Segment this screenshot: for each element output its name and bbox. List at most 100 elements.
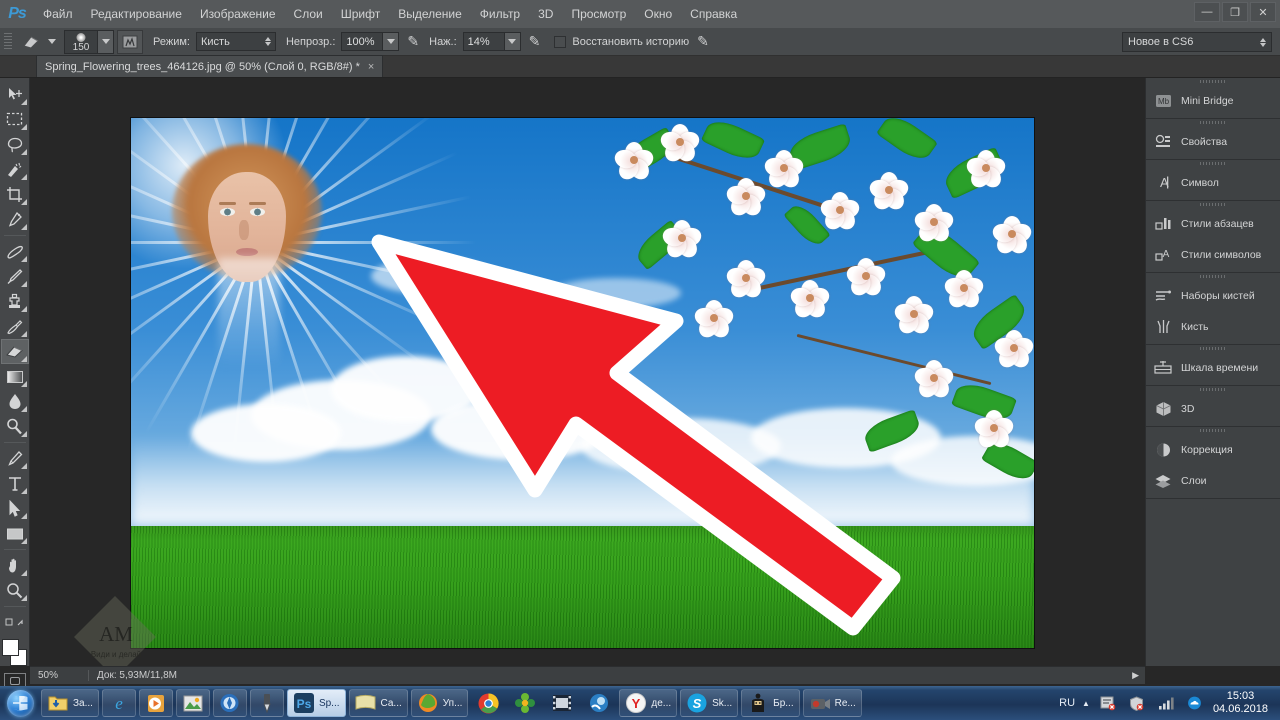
toggle-brush-panel-button[interactable]: [117, 29, 143, 54]
dock-grip[interactable]: [1146, 273, 1280, 280]
panel-properties[interactable]: Свойства: [1146, 126, 1280, 157]
workspace-select[interactable]: Новое в CS6: [1122, 32, 1272, 52]
eyedropper-tool[interactable]: [1, 207, 29, 232]
blur-tool[interactable]: [1, 389, 29, 414]
menu-file[interactable]: Файл: [34, 0, 82, 28]
pen-tool[interactable]: [1, 446, 29, 471]
foreground-color-swatch[interactable]: [1, 639, 19, 656]
taskbar-item-media-center[interactable]: [212, 689, 247, 717]
opacity-pressure-icon[interactable]: ✎: [407, 33, 419, 50]
dock-grip[interactable]: [1146, 78, 1280, 85]
menu-image[interactable]: Изображение: [191, 0, 285, 28]
taskbar-item-notes[interactable]: Са...: [348, 689, 408, 717]
taskbar-item-photo-viewer[interactable]: [175, 689, 210, 717]
clock[interactable]: 15:03 04.06.2018: [1213, 690, 1274, 716]
start-button[interactable]: [2, 688, 38, 718]
flow-control[interactable]: 14%: [462, 32, 521, 51]
marquee-tool[interactable]: [1, 107, 29, 132]
taskbar-item-downloads[interactable]: За...: [41, 689, 99, 717]
taskbar-item-video-editor[interactable]: [545, 689, 579, 717]
extra-tools-button[interactable]: [1, 610, 29, 635]
panel-3d[interactable]: 3D: [1146, 393, 1280, 424]
dock-grip[interactable]: [1146, 119, 1280, 126]
opacity-value[interactable]: 100%: [341, 32, 384, 51]
language-indicator[interactable]: RU: [1059, 697, 1075, 709]
dock-grip[interactable]: [1146, 201, 1280, 208]
document-area[interactable]: АМ Види и делай: [30, 78, 1145, 679]
menu-edit[interactable]: Редактирование: [82, 0, 191, 28]
zoom-level[interactable]: 50%: [38, 670, 78, 681]
panel-adjustments[interactable]: Коррекция: [1146, 434, 1280, 465]
type-tool[interactable]: [1, 471, 29, 496]
panel-character[interactable]: A Символ: [1146, 167, 1280, 198]
quick-selection-tool[interactable]: [1, 157, 29, 182]
brush-preset-dropdown[interactable]: [98, 29, 114, 54]
menu-filter[interactable]: Фильтр: [471, 0, 529, 28]
tablet-pressure-icon[interactable]: ✎: [697, 33, 709, 50]
menu-layers[interactable]: Слои: [285, 0, 332, 28]
minimize-button[interactable]: —: [1194, 2, 1220, 22]
taskbar-item-photoshop[interactable]: Ps Sp...: [286, 689, 346, 717]
opacity-dropdown[interactable]: [383, 32, 400, 51]
taskbar-item-camera-recorder[interactable]: Re...: [802, 689, 862, 717]
taskbar-item-blue-app[interactable]: [582, 689, 616, 717]
eraser-tool[interactable]: [0, 339, 29, 364]
healing-brush-tool[interactable]: [1, 239, 29, 264]
security-icon[interactable]: [1126, 692, 1148, 714]
taskbar-item-yandex[interactable]: Y де...: [619, 689, 678, 717]
opacity-control[interactable]: 100%: [341, 32, 400, 51]
taskbar-item-flower-app[interactable]: [508, 689, 542, 717]
gradient-tool[interactable]: [1, 364, 29, 389]
taskbar-item-bearded-app[interactable]: Бр...: [741, 689, 800, 717]
taskbar-item-internet-explorer[interactable]: e: [101, 689, 136, 717]
brush-tool[interactable]: [1, 264, 29, 289]
zoom-tool[interactable]: [1, 578, 29, 603]
panel-brush-presets[interactable]: Наборы кистей: [1146, 280, 1280, 311]
menu-3d[interactable]: 3D: [529, 0, 562, 28]
lasso-tool[interactable]: [1, 132, 29, 157]
flow-dropdown[interactable]: [504, 32, 521, 51]
eraser-preset-caret-icon[interactable]: [48, 39, 56, 44]
rectangle-tool[interactable]: [1, 521, 29, 546]
cloud-icon[interactable]: [1184, 692, 1206, 714]
panel-timeline[interactable]: Шкала времени: [1146, 352, 1280, 383]
menu-help[interactable]: Справка: [681, 0, 746, 28]
network-icon[interactable]: [1155, 692, 1177, 714]
panel-brush[interactable]: Кисть: [1146, 311, 1280, 342]
mode-select[interactable]: Кисть: [195, 32, 276, 51]
eraser-tool-preview-icon[interactable]: [16, 31, 46, 53]
path-selection-tool[interactable]: [1, 496, 29, 521]
color-swatches[interactable]: [1, 639, 29, 669]
move-tool[interactable]: [1, 82, 29, 107]
brush-size-field[interactable]: 150: [64, 29, 98, 54]
flow-pressure-icon[interactable]: ✎: [529, 33, 541, 50]
clone-stamp-tool[interactable]: [1, 289, 29, 314]
close-icon[interactable]: ×: [368, 61, 374, 73]
document-tab[interactable]: Spring_Flowering_trees_464126.jpg @ 50% …: [36, 55, 384, 77]
taskbar-item-skype[interactable]: S Sk...: [680, 689, 739, 717]
hand-tool[interactable]: [1, 553, 29, 578]
image-canvas[interactable]: [131, 118, 1034, 648]
menu-select[interactable]: Выделение: [389, 0, 471, 28]
history-brush-tool[interactable]: [1, 314, 29, 339]
panel-character-styles[interactable]: A Стили символов: [1146, 239, 1280, 270]
taskbar-item-chrome[interactable]: [471, 689, 505, 717]
crop-tool[interactable]: [1, 182, 29, 207]
dodge-tool[interactable]: [1, 414, 29, 439]
antivirus-icon[interactable]: [1097, 692, 1119, 714]
menu-window[interactable]: Окно: [635, 0, 681, 28]
dock-grip[interactable]: [1146, 345, 1280, 352]
panel-mini-bridge[interactable]: Mb Mini Bridge: [1146, 85, 1280, 116]
flow-value[interactable]: 14%: [462, 32, 505, 51]
taskbar-item-firefox[interactable]: Уп...: [410, 689, 469, 717]
erase-history-checkbox[interactable]: [554, 35, 567, 48]
dock-grip[interactable]: [1146, 160, 1280, 167]
panel-layers[interactable]: Слои: [1146, 465, 1280, 496]
options-bar-grip[interactable]: [4, 32, 12, 51]
dock-grip[interactable]: [1146, 427, 1280, 434]
status-expand-icon[interactable]: ▶: [1132, 670, 1139, 681]
close-button[interactable]: ✕: [1250, 2, 1276, 22]
menu-type[interactable]: Шрифт: [332, 0, 389, 28]
taskbar-item-media-player[interactable]: [138, 689, 173, 717]
panel-paragraph-styles[interactable]: Стили абзацев: [1146, 208, 1280, 239]
